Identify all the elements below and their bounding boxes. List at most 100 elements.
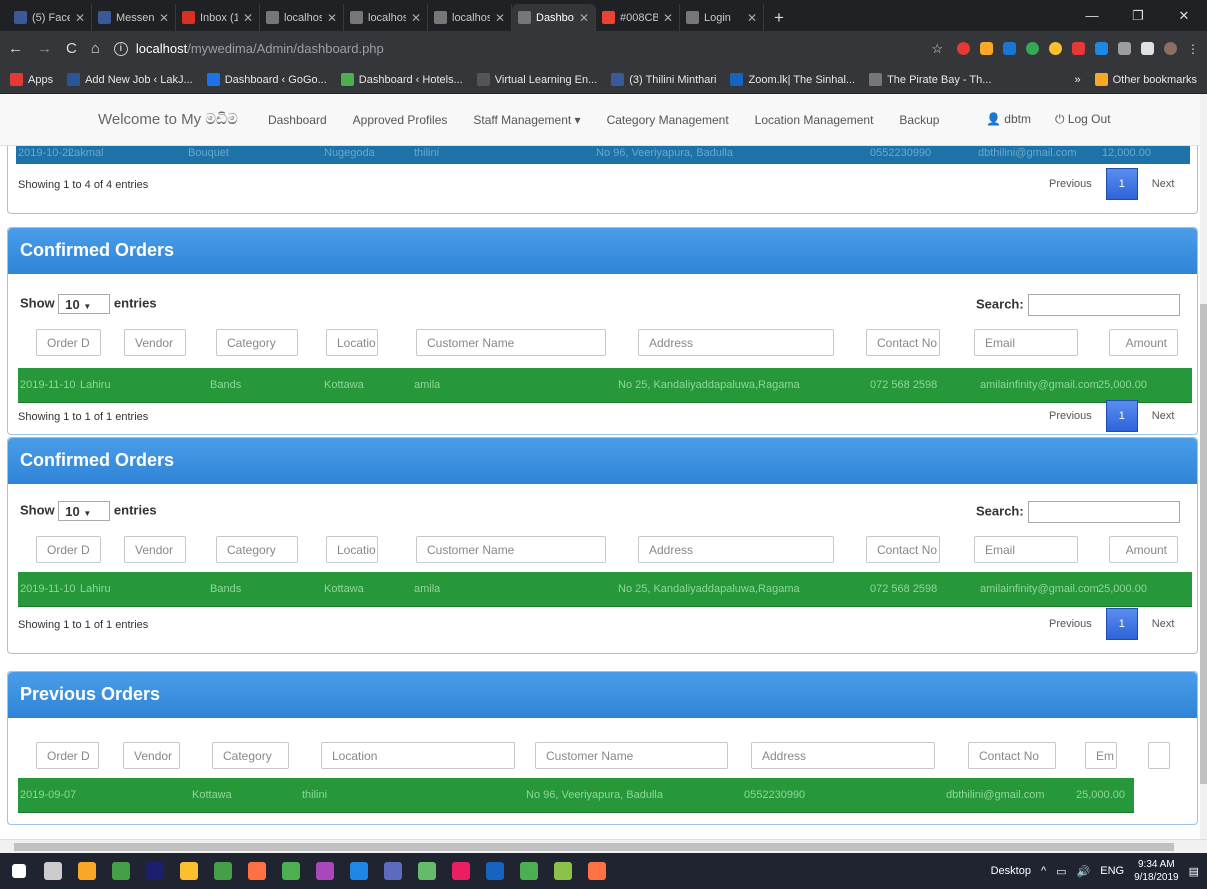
bookmark-star-icon[interactable]: ☆ [931,41,943,57]
bookmark-item[interactable]: The Pirate Bay - Th... [869,73,991,86]
column-filter[interactable]: Category [212,742,289,769]
bookmark-item[interactable]: Virtual Learning En... [476,73,597,86]
close-tab-icon[interactable]: ✕ [159,11,169,25]
column-filter[interactable]: Vendor [123,742,180,769]
app-icon[interactable] [376,853,410,889]
close-tab-icon[interactable]: ✕ [495,11,505,25]
table-row[interactable]: 2019-10-22 Lakmal Bouquet Nugegoda thilini No… [16,144,1190,164]
nav-backup[interactable]: Backup [899,113,939,127]
bookmark-item[interactable]: (3) Thilini Minthari [611,73,716,86]
forward-icon[interactable]: → [37,40,52,57]
page-1-button[interactable]: 1 [1105,608,1138,640]
nav-location-management[interactable]: Location Management [755,113,874,127]
column-filter[interactable]: Locatio [326,329,378,356]
column-filter[interactable]: Address [751,742,935,769]
column-filter[interactable]: Locatio [326,536,378,563]
extension-icon[interactable] [1049,42,1062,55]
entries-select[interactable]: 10 ▼ [58,294,111,314]
notepad-icon[interactable] [546,853,580,889]
minimize-button[interactable]: — [1069,0,1115,31]
column-filter[interactable]: Location [321,742,515,769]
bookmark-item[interactable]: Add New Job ‹ LakJ... [67,73,193,86]
volume-icon[interactable]: 🔊 [1077,865,1091,878]
nav-approved-profiles[interactable]: Approved Profiles [353,113,448,127]
next-button[interactable]: Next [1152,410,1175,422]
column-filter[interactable]: Address [638,536,834,563]
task-view-icon[interactable] [36,853,70,889]
photoshop-icon[interactable] [138,853,172,889]
next-button[interactable]: Next [1152,178,1175,190]
chrome-icon[interactable] [512,853,546,889]
network-icon[interactable]: ▭ [1056,865,1066,878]
column-filter[interactable]: Amount [1109,329,1178,356]
new-tab-button[interactable]: + [764,4,794,31]
app-icon[interactable] [410,853,444,889]
close-tab-icon[interactable]: ✕ [75,11,85,25]
column-filter[interactable]: Email [974,329,1078,356]
logout-link[interactable]: ⏻ Log Out [1055,112,1111,127]
extension-icon[interactable] [1095,42,1108,55]
home-icon[interactable]: ⌂ [91,40,100,57]
search-input[interactable] [1027,294,1180,316]
app-icon[interactable] [444,853,478,889]
previous-button[interactable]: Previous [1049,618,1092,630]
browser-tab[interactable]: #008CBA - ✕ [596,4,680,31]
browser-tab[interactable]: (5) Faceboo ✕ [8,4,92,31]
previous-button[interactable]: Previous [1049,178,1092,190]
bookmark-item[interactable]: Dashboard ‹ GoGo... [206,73,327,86]
extension-icon[interactable] [980,42,993,55]
next-button[interactable]: Next [1152,618,1175,630]
extension-icon[interactable] [1141,42,1154,55]
clock[interactable]: 9:34 AM 9/18/2019 [1134,858,1179,884]
browser-tab[interactable]: Messenger ✕ [92,4,176,31]
column-filter[interactable]: Address [638,329,834,356]
close-tab-icon[interactable]: ✕ [747,11,757,25]
column-filter[interactable]: Vendor [124,329,186,356]
close-window-button[interactable]: ✕ [1161,0,1207,31]
bookmark-item[interactable]: Dashboard ‹ Hotels... [340,73,463,86]
chevron-up-icon[interactable]: ^ [1041,865,1046,877]
column-filter[interactable]: Email [974,536,1078,563]
extension-icon[interactable] [1003,42,1016,55]
brand[interactable]: Welcome to My මඩිම [98,111,238,128]
column-filter[interactable]: Order D [36,742,99,769]
browser-tab[interactable]: localhost ✕ [260,4,344,31]
table-row[interactable]: 2019-11-10 Lahiru Bands Kottawa amila No 25, … [18,572,1192,607]
page-1-button[interactable]: 1 [1105,168,1138,200]
notifications-icon[interactable]: ▤ [1189,865,1199,878]
extension-icon[interactable] [1118,42,1131,55]
previous-button[interactable]: Previous [1049,410,1092,422]
browser-tab[interactable]: Dashboard ✕ [512,4,596,31]
bookmark-item[interactable]: Zoom.lk| The Sinhal... [730,73,855,86]
sticky-notes-icon[interactable] [172,853,206,889]
entries-select[interactable]: 10 ▼ [58,501,111,521]
word-icon[interactable] [478,853,512,889]
back-icon[interactable]: ← [8,40,23,57]
extension-icon[interactable] [957,42,970,55]
app-icon[interactable] [308,853,342,889]
column-filter[interactable]: Customer Name [416,536,606,563]
column-filter[interactable]: Order D [36,536,101,563]
column-filter[interactable]: Vendor [124,536,186,563]
browser-tab[interactable]: localhost ✕ [344,4,428,31]
extension-icon[interactable] [1026,42,1039,55]
horizontal-scrollbar[interactable] [0,839,1207,853]
url-field[interactable]: i localhost/mywedima/Admin/dashboard.php… [113,36,943,62]
vertical-scrollbar[interactable] [1200,94,1207,839]
start-icon[interactable] [2,853,36,889]
paint-icon[interactable] [206,853,240,889]
nav-category-management[interactable]: Category Management [607,113,729,127]
close-tab-icon[interactable]: ✕ [243,11,253,25]
user-menu[interactable]: 👤 dbtm [986,112,1031,127]
reload-icon[interactable]: C [66,40,77,57]
other-bookmarks[interactable]: Other bookmarks [1094,73,1197,86]
browser-tab[interactable]: localhost ✕ [428,4,512,31]
info-icon[interactable]: i [113,41,128,56]
close-tab-icon[interactable]: ✕ [327,11,337,25]
close-tab-icon[interactable]: ✕ [663,11,673,25]
table-row[interactable]: 2019-09-07 Kottawa thilini No 96, Veeriyapu… [18,778,1134,813]
table-row[interactable]: 2019-11-10 Lahiru Bands Kottawa amila No 25, … [18,368,1192,403]
app-icon[interactable] [580,853,614,889]
column-filter[interactable]: Contact No [866,329,940,356]
firefox-icon[interactable] [240,853,274,889]
